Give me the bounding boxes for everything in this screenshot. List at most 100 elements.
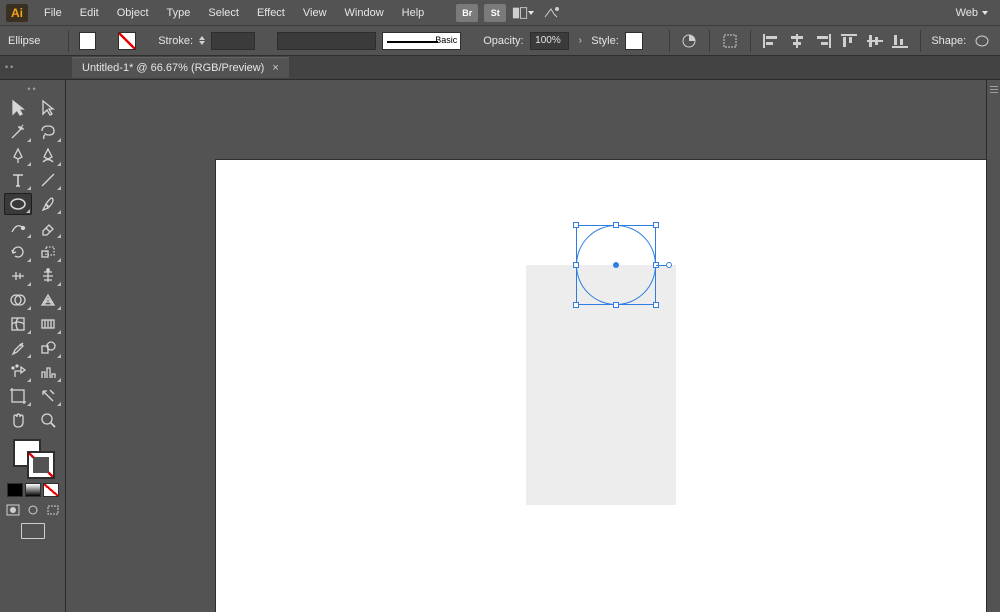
gradient-tool[interactable] — [34, 313, 62, 335]
eyedropper-tool[interactable] — [4, 337, 32, 359]
menu-edit[interactable]: Edit — [72, 3, 107, 23]
handle-bot-left[interactable] — [573, 302, 579, 308]
stroke-weight-field[interactable] — [211, 32, 255, 50]
draw-inside-button[interactable] — [45, 503, 61, 517]
shape-builder-tool[interactable] — [4, 289, 32, 311]
shape-label: Shape: — [931, 35, 966, 47]
curvature-tool[interactable] — [34, 145, 62, 167]
control-bar: Ellipse Stroke: Basic Opacity: 100% › St… — [0, 26, 1000, 56]
stroke-swatch[interactable] — [118, 32, 136, 50]
chevron-down-icon — [528, 11, 534, 15]
color-mode-row — [7, 483, 59, 497]
magic-wand-tool[interactable] — [4, 121, 32, 143]
pen-tool[interactable] — [4, 145, 32, 167]
tools-panel-handle-icon[interactable]: •• — [27, 84, 37, 94]
free-transform-tool[interactable] — [34, 265, 62, 287]
screen-mode-button[interactable] — [21, 523, 45, 539]
variable-width-profile[interactable] — [277, 32, 376, 50]
right-panel-dock[interactable] — [986, 80, 1000, 612]
align-vcenter-button[interactable] — [865, 32, 885, 50]
style-label: Style: — [591, 35, 619, 47]
align-to-button[interactable] — [720, 32, 740, 50]
align-right-button[interactable] — [813, 32, 833, 50]
document-tab[interactable]: Untitled-1* @ 66.67% (RGB/Preview) × — [72, 57, 289, 78]
menu-bar: Ai File Edit Object Type Select Effect V… — [0, 0, 1000, 26]
handle-top-right[interactable] — [653, 222, 659, 228]
symbol-sprayer-tool[interactable] — [4, 361, 32, 383]
close-icon[interactable]: × — [272, 62, 278, 74]
opacity-dropdown[interactable]: › — [575, 35, 585, 46]
menu-effect[interactable]: Effect — [249, 3, 293, 23]
canvas-area[interactable] — [66, 80, 986, 612]
stock-button[interactable]: St — [484, 4, 506, 22]
tools-panel: •• — [0, 80, 66, 612]
align-top-button[interactable] — [839, 32, 859, 50]
menu-object[interactable]: Object — [109, 3, 157, 23]
opacity-field[interactable]: 100% — [530, 32, 570, 50]
handle-top-mid[interactable] — [613, 222, 619, 228]
shape-options-button[interactable] — [972, 32, 992, 50]
slice-tool[interactable] — [34, 385, 62, 407]
app-logo: Ai — [6, 4, 28, 22]
width-tool[interactable] — [4, 265, 32, 287]
arrange-documents-button[interactable] — [512, 4, 534, 22]
paintbrush-tool[interactable] — [34, 193, 62, 215]
fill-swatch[interactable] — [79, 32, 97, 50]
blend-tool[interactable] — [34, 337, 62, 359]
gpu-preview-button[interactable] — [540, 4, 562, 22]
workspace: •• — [0, 80, 1000, 612]
brush-definition[interactable]: Basic — [382, 32, 461, 50]
fill-stroke-control[interactable] — [11, 437, 55, 479]
menu-select[interactable]: Select — [200, 3, 247, 23]
eraser-tool[interactable] — [34, 217, 62, 239]
align-hcenter-button[interactable] — [787, 32, 807, 50]
zoom-tool[interactable] — [34, 409, 62, 431]
ellipse-tool[interactable] — [4, 193, 32, 215]
menu-file[interactable]: File — [36, 3, 70, 23]
selection-tool[interactable] — [4, 97, 32, 119]
color-mode-gradient[interactable] — [25, 483, 41, 497]
tabstrip-handle-icon[interactable]: •• — [5, 62, 15, 72]
handle-bot-mid[interactable] — [613, 302, 619, 308]
selection-type-label: Ellipse — [8, 35, 58, 47]
stroke-label: Stroke: — [158, 35, 193, 47]
artboard-tool[interactable] — [4, 385, 32, 407]
handle-bot-right[interactable] — [653, 302, 659, 308]
bridge-button[interactable]: Br — [456, 4, 478, 22]
perspective-grid-tool[interactable] — [34, 289, 62, 311]
recolor-artwork-button[interactable] — [680, 32, 700, 50]
hand-tool[interactable] — [4, 409, 32, 431]
menu-type[interactable]: Type — [159, 3, 199, 23]
line-segment-tool[interactable] — [34, 169, 62, 191]
scale-tool[interactable] — [34, 241, 62, 263]
rotate-connector — [656, 265, 666, 266]
stroke-color-swatch[interactable] — [27, 451, 55, 479]
rotate-handle[interactable] — [666, 262, 672, 268]
menu-help[interactable]: Help — [394, 3, 433, 23]
workspace-switcher[interactable]: Web — [950, 3, 994, 23]
graphic-style-swatch[interactable] — [625, 32, 643, 50]
mesh-tool[interactable] — [4, 313, 32, 335]
draw-behind-button[interactable] — [25, 503, 41, 517]
draw-normal-button[interactable] — [5, 503, 21, 517]
stroke-weight-down[interactable] — [199, 41, 205, 45]
rotate-tool[interactable] — [4, 241, 32, 263]
type-tool[interactable] — [4, 169, 32, 191]
dock-grip-icon[interactable] — [990, 86, 998, 93]
menu-view[interactable]: View — [295, 3, 335, 23]
color-mode-solid[interactable] — [7, 483, 23, 497]
color-mode-none[interactable] — [43, 483, 59, 497]
align-bottom-button[interactable] — [890, 32, 910, 50]
ellipse-selection[interactable] — [576, 225, 656, 305]
column-graph-tool[interactable] — [34, 361, 62, 383]
shaper-tool[interactable] — [4, 217, 32, 239]
direct-selection-tool[interactable] — [34, 97, 62, 119]
center-point-icon[interactable] — [613, 262, 619, 268]
stroke-weight-up[interactable] — [199, 36, 205, 40]
align-left-button[interactable] — [761, 32, 781, 50]
menu-window[interactable]: Window — [337, 3, 392, 23]
lasso-tool[interactable] — [34, 121, 62, 143]
handle-mid-left[interactable] — [573, 262, 579, 268]
handle-top-left[interactable] — [573, 222, 579, 228]
artboard[interactable] — [216, 160, 986, 612]
